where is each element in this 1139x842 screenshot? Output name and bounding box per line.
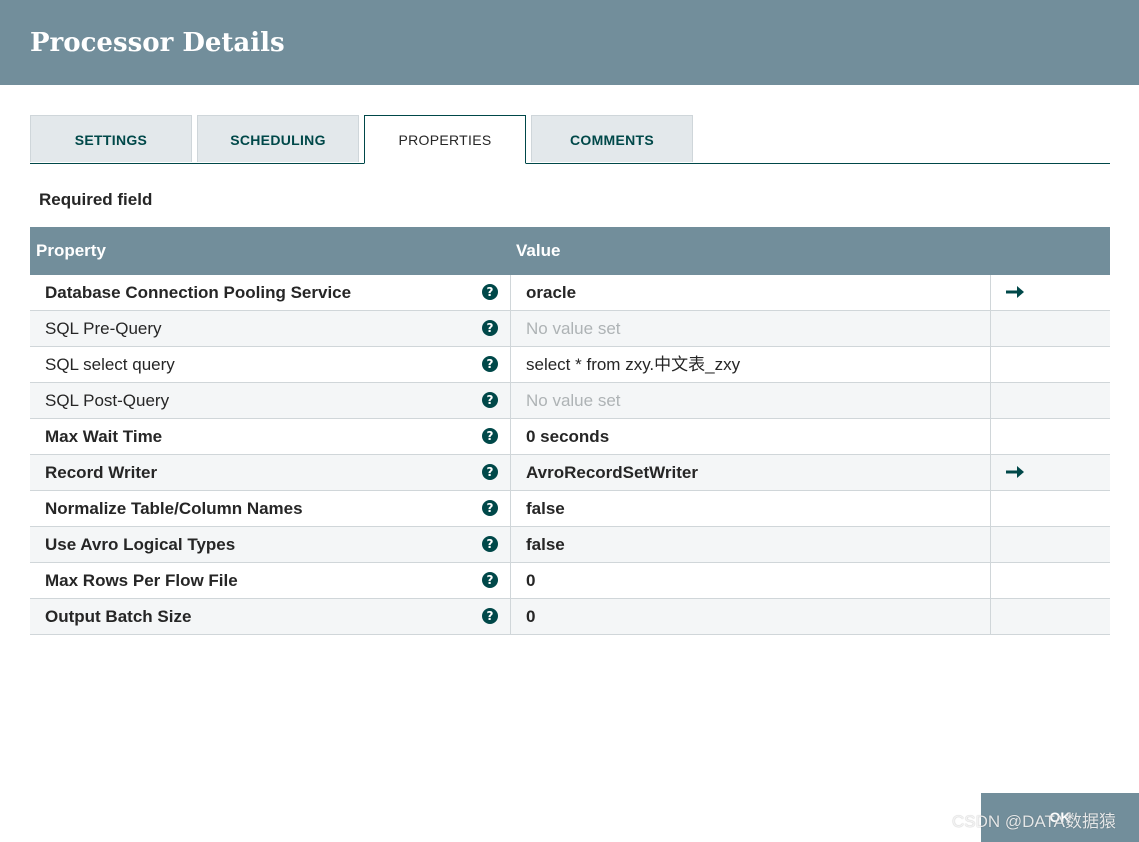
property-cell: SQL Pre-Query? bbox=[30, 311, 511, 346]
property-name: Normalize Table/Column Names bbox=[45, 499, 303, 518]
question-circle-icon[interactable]: ? bbox=[482, 320, 498, 336]
question-circle-icon[interactable]: ? bbox=[482, 536, 498, 552]
properties-grid: Property Value Database Connection Pooli… bbox=[30, 227, 1110, 635]
required-field-label: Required field bbox=[39, 190, 153, 209]
property-name: Max Wait Time bbox=[45, 427, 163, 446]
value-cell[interactable]: AvroRecordSetWriter bbox=[511, 455, 991, 490]
property-cell: SQL Post-Query? bbox=[30, 383, 511, 418]
property-name: Database Connection Pooling Service bbox=[45, 283, 352, 302]
table-row[interactable]: SQL Pre-Query? No value set bbox=[30, 311, 1110, 347]
value-cell[interactable]: oracle bbox=[511, 275, 991, 310]
column-header-property[interactable]: Property bbox=[36, 227, 106, 275]
table-row[interactable]: Database Connection Pooling Service? orac… bbox=[30, 275, 1110, 311]
value-cell[interactable]: 0 seconds bbox=[511, 419, 991, 454]
column-header-value[interactable]: Value bbox=[516, 227, 560, 275]
tab-comments[interactable]: COMMENTS bbox=[531, 115, 693, 162]
value-cell[interactable]: 0 bbox=[511, 599, 991, 634]
question-circle-icon[interactable]: ? bbox=[482, 356, 498, 372]
arrow-right-icon[interactable] bbox=[1005, 284, 1025, 300]
action-cell bbox=[991, 383, 1110, 418]
property-cell: Max Wait Time? bbox=[30, 419, 511, 454]
property-name: Max Rows Per Flow File bbox=[45, 571, 238, 590]
question-circle-icon[interactable]: ? bbox=[482, 428, 498, 444]
action-cell bbox=[991, 275, 1110, 310]
watermark: CSDN @DATA数据猿 bbox=[952, 812, 1116, 831]
value-cell[interactable]: false bbox=[511, 491, 991, 526]
table-row[interactable]: Max Wait Time? 0 seconds bbox=[30, 419, 1110, 455]
property-cell: Max Rows Per Flow File? bbox=[30, 563, 511, 598]
property-name: SQL Pre-Query bbox=[45, 319, 162, 338]
value-cell[interactable]: select * from zxy.中文表_zxy bbox=[511, 347, 991, 382]
action-cell bbox=[991, 599, 1110, 634]
property-value: false bbox=[526, 499, 565, 518]
value-cell[interactable]: No value set bbox=[511, 383, 991, 418]
dialog-title: Processor Details bbox=[30, 28, 285, 58]
property-cell: SQL select query? bbox=[30, 347, 511, 382]
property-name: SQL Post-Query bbox=[45, 391, 170, 410]
dialog-header: Processor Details bbox=[0, 0, 1139, 85]
question-circle-icon[interactable]: ? bbox=[482, 392, 498, 408]
grid-rows: Database Connection Pooling Service? orac… bbox=[30, 275, 1110, 635]
table-row[interactable]: Use Avro Logical Types? false bbox=[30, 527, 1110, 563]
property-value: 0 bbox=[526, 607, 536, 626]
property-value: No value set bbox=[526, 391, 621, 410]
table-row[interactable]: Max Rows Per Flow File? 0 bbox=[30, 563, 1110, 599]
property-cell: Normalize Table/Column Names? bbox=[30, 491, 511, 526]
action-cell bbox=[991, 347, 1110, 382]
arrow-right-icon[interactable] bbox=[1005, 464, 1025, 480]
property-value: select * from zxy.中文表_zxy bbox=[526, 355, 741, 374]
value-cell[interactable]: No value set bbox=[511, 311, 991, 346]
action-cell bbox=[991, 311, 1110, 346]
property-value: No value set bbox=[526, 319, 621, 338]
value-cell[interactable]: false bbox=[511, 527, 991, 562]
property-cell: Record Writer? bbox=[30, 455, 511, 490]
action-cell bbox=[991, 491, 1110, 526]
table-row[interactable]: SQL select query? select * from zxy.中文表_z… bbox=[30, 347, 1110, 383]
action-cell bbox=[991, 419, 1110, 454]
table-row[interactable]: Record Writer? AvroRecordSetWriter bbox=[30, 455, 1110, 491]
table-row[interactable]: Output Batch Size? 0 bbox=[30, 599, 1110, 635]
question-circle-icon[interactable]: ? bbox=[482, 572, 498, 588]
property-value: 0 seconds bbox=[526, 427, 610, 446]
table-row[interactable]: Normalize Table/Column Names? false bbox=[30, 491, 1110, 527]
value-cell[interactable]: 0 bbox=[511, 563, 991, 598]
property-value: AvroRecordSetWriter bbox=[526, 463, 698, 482]
action-cell bbox=[991, 527, 1110, 562]
question-circle-icon[interactable]: ? bbox=[482, 500, 498, 516]
tab-properties[interactable]: PROPERTIES bbox=[364, 115, 526, 164]
property-name: SQL select query bbox=[45, 355, 175, 374]
property-name: Use Avro Logical Types bbox=[45, 535, 236, 554]
action-cell bbox=[991, 563, 1110, 598]
property-name: Record Writer bbox=[45, 463, 158, 482]
tab-scheduling[interactable]: SCHEDULING bbox=[197, 115, 359, 162]
property-cell: Use Avro Logical Types? bbox=[30, 527, 511, 562]
question-circle-icon[interactable]: ? bbox=[482, 464, 498, 480]
property-value: 0 bbox=[526, 571, 536, 590]
property-name: Output Batch Size bbox=[45, 607, 192, 626]
property-cell: Output Batch Size? bbox=[30, 599, 511, 634]
grid-header: Property Value bbox=[30, 227, 1110, 275]
property-value: oracle bbox=[526, 283, 577, 302]
action-cell bbox=[991, 455, 1110, 490]
question-circle-icon[interactable]: ? bbox=[482, 284, 498, 300]
tab-bar: SETTINGS SCHEDULING PROPERTIES COMMENTS bbox=[30, 115, 1110, 164]
table-row[interactable]: SQL Post-Query? No value set bbox=[30, 383, 1110, 419]
question-circle-icon[interactable]: ? bbox=[482, 608, 498, 624]
property-value: false bbox=[526, 535, 565, 554]
property-cell: Database Connection Pooling Service? bbox=[30, 275, 511, 310]
tab-settings[interactable]: SETTINGS bbox=[30, 115, 192, 162]
